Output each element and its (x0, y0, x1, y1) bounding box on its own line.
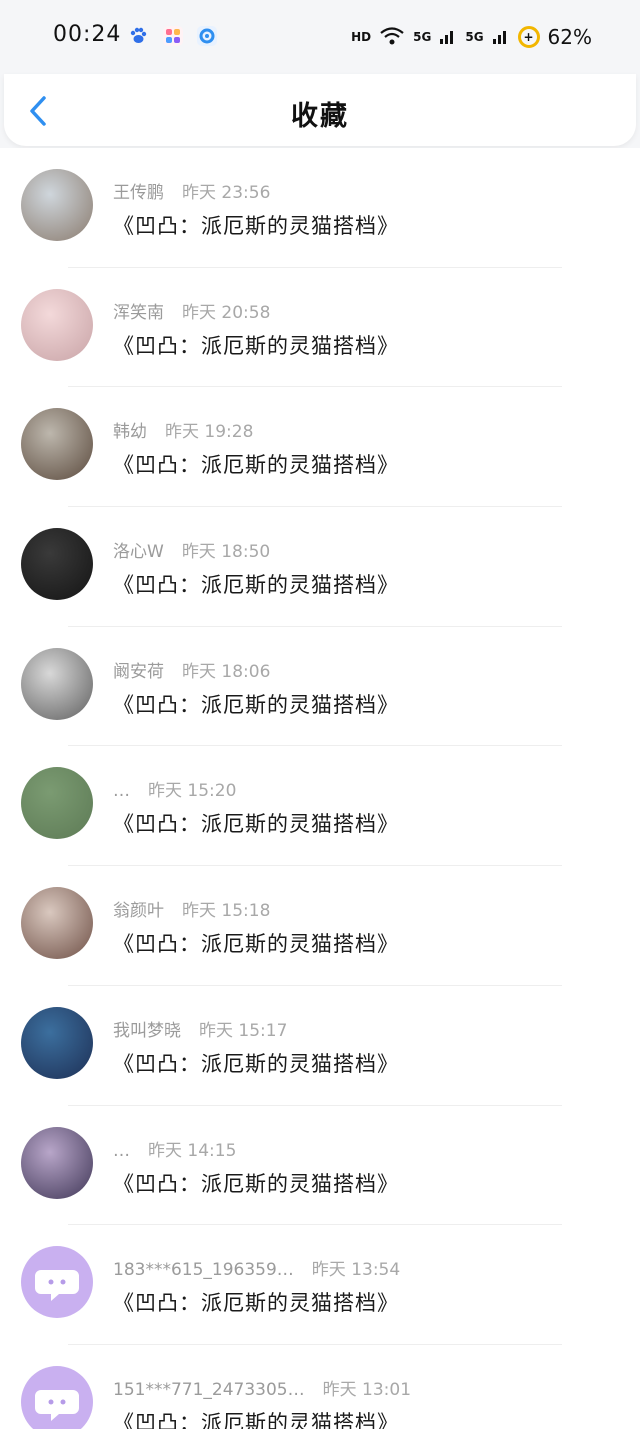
signal-icon (492, 27, 510, 48)
collected-work-title[interactable]: 《凹凸：派厄斯的灵猫搭档》 (113, 1407, 399, 1429)
list-item[interactable]: … 昨天 14:15 《凹凸：派厄斯的灵猫搭档》 (0, 1106, 640, 1226)
avatar[interactable] (21, 408, 93, 481)
collected-work-title[interactable]: 《凹凸：派厄斯的灵猫搭档》 (113, 928, 399, 958)
battery-icon: + (517, 26, 540, 48)
user-name[interactable]: 翁颜叶 (113, 901, 164, 921)
user-name[interactable]: 洛心W (113, 542, 164, 562)
app-launcher-icon (163, 26, 183, 46)
list-item[interactable]: 我叫梦晓 昨天 15:17 《凹凸：派厄斯的灵猫搭档》 (0, 986, 640, 1106)
list-item[interactable]: 阚安荷 昨天 18:06 《凹凸：派厄斯的灵猫搭档》 (0, 627, 640, 747)
collect-time: 昨天 15:17 (199, 1020, 288, 1041)
list-item[interactable]: 翁颜叶 昨天 15:18 《凹凸：派厄斯的灵猫搭档》 (0, 866, 640, 986)
user-name[interactable]: 183***615_196359… (113, 1260, 294, 1280)
user-name[interactable]: 阚安荷 (113, 662, 164, 682)
status-indicators: HD 5G 5G + 62% (351, 22, 592, 52)
item-meta: 我叫梦晓 昨天 15:17 (113, 1016, 287, 1041)
network-label-1: 5G (413, 30, 432, 44)
item-meta: … 昨天 14:15 (113, 1136, 236, 1161)
user-name[interactable]: 我叫梦晓 (113, 1021, 181, 1041)
list-item[interactable]: … 昨天 15:20 《凹凸：派厄斯的灵猫搭档》 (0, 746, 640, 867)
header-bar: 收藏 (4, 74, 636, 146)
item-meta: 浑笑南 昨天 20:58 (113, 298, 270, 323)
avatar[interactable] (21, 887, 93, 960)
avatar[interactable] (21, 767, 93, 840)
network-label-2: 5G (465, 30, 484, 44)
list-item[interactable]: 王传鹏 昨天 23:56 《凹凸：派厄斯的灵猫搭档》 (0, 148, 640, 268)
user-name[interactable]: 151***771_2473305… (113, 1380, 305, 1400)
collect-time: 昨天 13:01 (322, 1379, 412, 1400)
collect-time: 昨天 15:18 (182, 901, 271, 922)
item-meta: 阚安荷 昨天 18:06 (113, 657, 270, 682)
status-bar: 00:24 HD 5G 5G + 62% (0, 0, 640, 74)
collect-time: 昨天 15:20 (148, 781, 237, 802)
item-meta: 王传鹏 昨天 23:56 (113, 178, 270, 203)
hd-icon: HD (351, 30, 372, 44)
list-item[interactable]: 151***771_2473305… 昨天 13:01 《凹凸：派厄斯的灵猫搭档》 (0, 1345, 640, 1429)
user-name[interactable]: 王传鹏 (113, 183, 164, 203)
collect-time: 昨天 20:58 (182, 302, 271, 323)
battery-percent: 62% (547, 25, 592, 49)
list-item[interactable]: 洛心W 昨天 18:50 《凹凸：派厄斯的灵猫搭档》 (0, 507, 640, 627)
item-meta: 翁颜叶 昨天 15:18 (113, 896, 270, 921)
user-name[interactable]: … (113, 781, 130, 801)
collected-work-title[interactable]: 《凹凸：派厄斯的灵猫搭档》 (113, 330, 399, 360)
browser-icon (197, 26, 217, 46)
collected-work-title[interactable]: 《凹凸：派厄斯的灵猫搭档》 (113, 210, 399, 240)
default-avatar-icon[interactable] (21, 1246, 93, 1319)
item-meta: 151***771_2473305… 昨天 13:01 (113, 1375, 411, 1400)
favorites-list: 王传鹏 昨天 23:56 《凹凸：派厄斯的灵猫搭档》 浑笑南 昨天 20:58 《凹凸：派… (0, 148, 640, 1429)
collect-time: 昨天 23:56 (182, 183, 271, 203)
item-meta: 韩幼 昨天 19:28 (113, 417, 253, 442)
collect-time: 昨天 13:54 (311, 1260, 401, 1281)
collect-time: 昨天 19:28 (165, 422, 254, 443)
user-name[interactable]: … (113, 1141, 130, 1161)
collected-work-title[interactable]: 《凹凸：派厄斯的灵猫搭档》 (113, 1048, 399, 1078)
user-name[interactable]: 韩幼 (113, 422, 147, 442)
collect-time: 昨天 14:15 (148, 1140, 237, 1161)
collected-work-title[interactable]: 《凹凸：派厄斯的灵猫搭档》 (113, 1168, 399, 1198)
avatar[interactable] (21, 647, 93, 720)
collected-work-title[interactable]: 《凹凸：派厄斯的灵猫搭档》 (113, 1287, 399, 1317)
avatar[interactable] (21, 288, 93, 361)
wifi-icon (379, 26, 405, 49)
collected-work-title[interactable]: 《凹凸：派厄斯的灵猫搭档》 (113, 569, 399, 599)
avatar[interactable] (21, 169, 93, 241)
avatar[interactable] (21, 1126, 93, 1199)
item-meta: 洛心W 昨天 18:50 (113, 537, 270, 562)
collect-time: 昨天 18:06 (182, 661, 271, 682)
default-avatar-icon[interactable] (21, 1365, 93, 1429)
item-meta: … 昨天 15:20 (113, 776, 236, 801)
list-item[interactable]: 183***615_196359… 昨天 13:54 《凹凸：派厄斯的灵猫搭档》 (0, 1225, 640, 1345)
page-title: 收藏 (291, 101, 349, 132)
collected-work-title[interactable]: 《凹凸：派厄斯的灵猫搭档》 (113, 808, 399, 838)
list-item[interactable]: 韩幼 昨天 19:28 《凹凸：派厄斯的灵猫搭档》 (0, 387, 640, 508)
list-item[interactable]: 浑笑南 昨天 20:58 《凹凸：派厄斯的灵猫搭档》 (0, 268, 640, 388)
collected-work-title[interactable]: 《凹凸：派厄斯的灵猫搭档》 (113, 449, 399, 479)
avatar[interactable] (21, 1006, 93, 1079)
collected-work-title[interactable]: 《凹凸：派厄斯的灵猫搭档》 (113, 689, 399, 719)
status-time: 00:24 (53, 22, 122, 47)
item-meta: 183***615_196359… 昨天 13:54 (113, 1255, 400, 1280)
baidu-paw-icon (128, 26, 148, 46)
signal-icon (439, 27, 457, 48)
avatar[interactable] (21, 528, 93, 601)
user-name[interactable]: 浑笑南 (113, 303, 164, 323)
collect-time: 昨天 18:50 (181, 542, 271, 563)
